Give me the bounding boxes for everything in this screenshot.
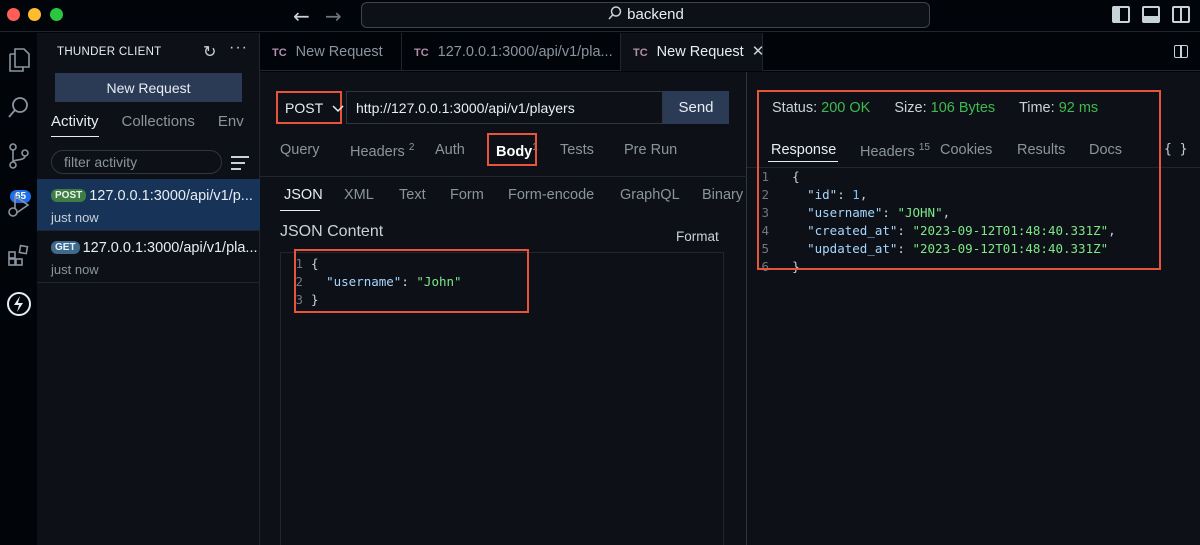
back-arrow-icon[interactable]: ← xyxy=(293,4,310,28)
activity-time: just now xyxy=(51,210,99,225)
send-button[interactable]: Send xyxy=(663,91,729,124)
search-icon[interactable] xyxy=(0,95,37,119)
method-badge: POST xyxy=(51,189,87,202)
sidebar-title: THUNDER CLIENT xyxy=(57,46,162,58)
title-bar: ← → backend xyxy=(0,0,1200,32)
editor-tab-label: New Request xyxy=(656,44,744,60)
editor-tab-label: New Request xyxy=(295,44,383,60)
tab-tests[interactable]: Tests xyxy=(560,142,594,158)
tab-auth[interactable]: Auth xyxy=(435,142,465,158)
close-window-button[interactable] xyxy=(7,8,20,21)
format-button[interactable]: Format xyxy=(676,229,719,244)
sidebar-tabs: Activity Collections Env xyxy=(51,113,244,137)
minimize-window-button[interactable] xyxy=(28,8,41,21)
response-highlight xyxy=(757,90,1161,270)
response-panel: Status: 200 OK Size: 106 Bytes Time: 92 … xyxy=(747,72,1200,545)
request-body-highlight xyxy=(294,249,529,313)
body-tab-form[interactable]: Form xyxy=(450,187,484,203)
url-input[interactable] xyxy=(346,91,663,124)
editor-tab-active[interactable]: TC New Request ✕ xyxy=(621,33,765,71)
thunder-tab-icon: TC xyxy=(633,47,648,59)
tab-env[interactable]: Env xyxy=(218,113,244,137)
thunder-client-sidebar: THUNDER CLIENT ↻ ··· New Request Activit… xyxy=(37,33,260,545)
toggle-primary-sidebar-icon[interactable] xyxy=(1112,6,1130,23)
editor-tab-label: 127.0.0.1:3000/api/v1/pla... xyxy=(437,44,613,60)
body-tab-binary[interactable]: Binary xyxy=(702,187,743,203)
refresh-icon[interactable]: ↻ xyxy=(203,42,216,61)
json-content-label: JSON Content xyxy=(280,223,384,240)
method-badge: GET xyxy=(51,241,80,254)
close-icon[interactable]: ✕ xyxy=(752,43,765,60)
thunder-client-icon[interactable] xyxy=(0,291,37,317)
activity-url: 127.0.0.1:3000/api/v1/pla... xyxy=(82,240,258,256)
body-tab-graphql[interactable]: GraphQL xyxy=(620,187,680,203)
activity-item[interactable]: GET 127.0.0.1:3000/api/v1/pla... just now xyxy=(37,231,260,283)
extensions-icon[interactable] xyxy=(0,243,37,267)
editor-tab[interactable]: TC New Request xyxy=(260,33,402,71)
tab-activity[interactable]: Activity xyxy=(51,113,99,137)
search-icon xyxy=(608,6,622,20)
chevron-down-icon xyxy=(332,105,344,113)
new-request-button[interactable]: New Request xyxy=(55,73,242,102)
maximize-window-button[interactable] xyxy=(50,8,63,21)
activity-url: 127.0.0.1:3000/api/v1/p... xyxy=(89,188,253,204)
forward-arrow-icon[interactable]: → xyxy=(325,4,342,28)
source-control-icon[interactable] xyxy=(0,143,37,169)
editor-tab[interactable]: TC 127.0.0.1:3000/api/v1/pla... xyxy=(402,33,621,71)
activity-bar: 65 xyxy=(0,33,37,545)
tab-collections[interactable]: Collections xyxy=(122,113,195,137)
tab-headers[interactable]: Headers 2 xyxy=(350,142,414,160)
thunder-tab-icon: TC xyxy=(414,47,429,59)
body-tab-form-encode[interactable]: Form-encode xyxy=(508,187,594,203)
tab-pre-run[interactable]: Pre Run xyxy=(624,142,677,158)
body-tab-text[interactable]: Text xyxy=(399,187,426,203)
filter-activity-input[interactable] xyxy=(51,150,222,174)
request-panel: POST Send Query Headers 2 Auth Body1 Tes… xyxy=(260,72,747,545)
more-actions-icon[interactable]: ··· xyxy=(229,39,248,57)
split-editor-icon[interactable] xyxy=(1174,45,1188,58)
active-tab-underline xyxy=(280,210,320,211)
tab-query[interactable]: Query xyxy=(280,142,320,158)
method-select[interactable]: POST xyxy=(276,91,344,124)
thunder-tab-icon: TC xyxy=(272,47,287,59)
command-center-text: backend xyxy=(627,6,684,23)
toggle-secondary-sidebar-icon[interactable] xyxy=(1172,6,1190,23)
braces-icon[interactable]: { } xyxy=(1164,142,1187,157)
activity-time: just now xyxy=(51,262,99,277)
explorer-icon[interactable] xyxy=(0,47,37,73)
method-value: POST xyxy=(285,100,324,116)
run-debug-icon[interactable] xyxy=(0,193,37,219)
body-tab-highlight xyxy=(487,133,537,166)
activity-item[interactable]: POST 127.0.0.1:3000/api/v1/p... just now xyxy=(37,179,260,231)
command-center-search[interactable]: backend xyxy=(361,2,930,28)
body-tab-json[interactable]: JSON xyxy=(284,187,323,203)
toggle-panel-icon[interactable] xyxy=(1142,6,1160,23)
filter-menu-icon[interactable] xyxy=(231,156,249,174)
body-type-tabs: JSON XML Text Form Form-encode GraphQL B… xyxy=(260,176,747,212)
body-tab-xml[interactable]: XML xyxy=(344,187,374,203)
editor-tabs: TC New Request TC 127.0.0.1:3000/api/v1/pl… xyxy=(260,33,1200,71)
